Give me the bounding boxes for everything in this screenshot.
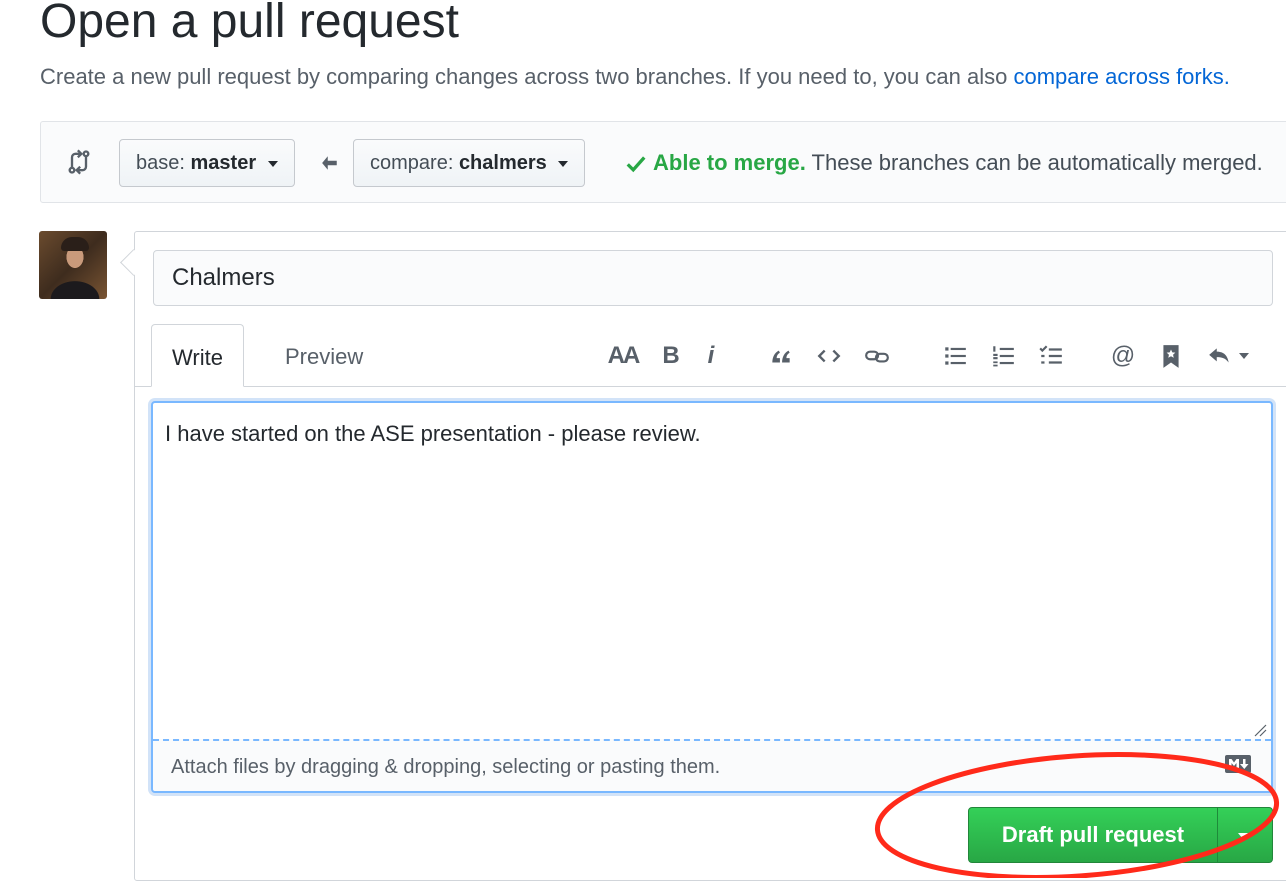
base-branch-select[interactable]: base: master xyxy=(119,139,295,187)
numbered-list-icon xyxy=(993,346,1014,367)
comment-editor: I have started on the ASE presentation -… xyxy=(151,401,1273,793)
compare-branches-icon xyxy=(68,149,90,175)
merge-message: These branches can be automatically merg… xyxy=(811,150,1263,175)
mention-icon: @ xyxy=(1110,342,1136,369)
task-list-icon xyxy=(1039,345,1062,364)
check-icon xyxy=(626,156,646,173)
text-size-icon: AA xyxy=(607,342,641,369)
page-title: Open a pull request xyxy=(40,0,459,48)
caret-down-icon xyxy=(1238,833,1248,839)
base-value: master xyxy=(190,152,257,174)
task-list-button[interactable] xyxy=(1033,338,1069,374)
caret-down-icon xyxy=(1239,353,1249,359)
file-attach-bar[interactable]: Attach files by dragging & dropping, sel… xyxy=(153,739,1271,791)
quote-button[interactable] xyxy=(763,338,799,374)
italic-icon: i xyxy=(707,342,715,369)
attach-hint: Attach files by dragging & dropping, sel… xyxy=(171,756,721,778)
merge-status: Able to merge. These branches can be aut… xyxy=(625,146,1263,180)
compare-branch-select[interactable]: compare: chalmers xyxy=(353,139,586,187)
code-button[interactable] xyxy=(811,338,847,374)
resize-grip-icon[interactable] xyxy=(1253,723,1267,737)
tab-preview[interactable]: Preview xyxy=(265,324,383,386)
subtitle-text: Create a new pull request by comparing c… xyxy=(40,64,1014,89)
bold-icon: B xyxy=(662,342,680,369)
markdown-icon xyxy=(1225,755,1251,773)
saved-reply-button[interactable] xyxy=(1153,338,1189,374)
avatar[interactable] xyxy=(39,231,107,299)
reply-menu-button[interactable] xyxy=(1203,338,1253,374)
code-icon xyxy=(817,349,841,363)
merge-ok-text: Able to merge. xyxy=(653,150,806,175)
caret-down-icon xyxy=(558,160,569,167)
avatar-hair xyxy=(61,237,89,251)
submit-options-dropdown[interactable] xyxy=(1217,807,1273,863)
quote-icon xyxy=(772,350,790,363)
link-icon xyxy=(865,350,889,363)
compare-label: compare: xyxy=(370,152,454,174)
reply-icon xyxy=(1209,348,1229,363)
comment-body-textarea[interactable]: I have started on the ASE presentation -… xyxy=(153,403,1271,739)
header-text-button[interactable]: AA xyxy=(605,338,641,374)
base-label: base: xyxy=(136,152,185,174)
numbered-list-button[interactable] xyxy=(985,338,1021,374)
tab-write[interactable]: Write xyxy=(151,324,244,387)
arrow-left-icon xyxy=(322,156,337,170)
pull-request-form: Write Preview AA B i @ xyxy=(134,231,1286,881)
mention-button[interactable]: @ xyxy=(1105,338,1141,374)
pr-title-input[interactable] xyxy=(153,250,1273,306)
caret-down-icon xyxy=(267,160,278,167)
bullet-list-icon xyxy=(945,347,966,365)
draft-pull-request-button[interactable]: Draft pull request xyxy=(968,807,1218,863)
page-subtitle: Create a new pull request by comparing c… xyxy=(40,62,1230,92)
italic-button[interactable]: i xyxy=(693,338,729,374)
compare-value: chalmers xyxy=(458,152,547,174)
bullet-list-button[interactable] xyxy=(937,338,973,374)
bold-button[interactable]: B xyxy=(653,338,689,374)
branch-range-editor: base: master compare: chalmers Able to m… xyxy=(40,121,1286,203)
bookmark-icon xyxy=(1163,345,1179,368)
compare-forks-link[interactable]: compare across forks. xyxy=(1013,64,1229,89)
link-button[interactable] xyxy=(859,338,895,374)
